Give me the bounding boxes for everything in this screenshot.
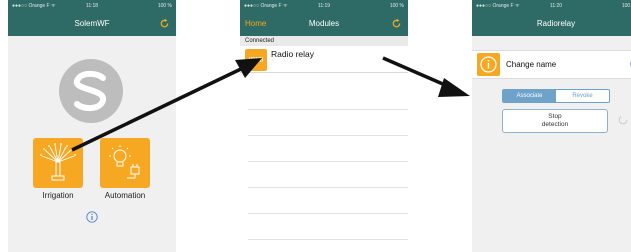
stop-detection-label-line2: detection [541, 121, 569, 128]
sprinkler-icon [40, 143, 76, 181]
stop-detection-label-line1: Stop [548, 113, 562, 120]
battery-level: 100 % [621, 3, 631, 9]
solem-logo [59, 59, 123, 123]
screen-radiorelay: ●●●○○ Orange F ᯤ 11:20 100 % Radiorelay … [472, 0, 631, 252]
automation-label: Automation [104, 191, 146, 200]
associate-segment[interactable]: Associate [503, 90, 556, 102]
list-separator [248, 161, 408, 162]
battery-level: 100 % [157, 3, 172, 9]
list-separator [248, 109, 408, 110]
irrigation-label: Irrigation [42, 191, 74, 200]
refresh-icon[interactable] [391, 18, 402, 29]
associate-revoke-segmented-control: Associate Revoke [502, 89, 610, 103]
automation-tile[interactable] [100, 138, 150, 188]
stop-detection-button[interactable]: Stop detection [502, 109, 608, 133]
nav-bar: Home Modules [240, 12, 408, 36]
status-time: 11:20 [549, 3, 563, 9]
screen-home: ●●●○○ Orange F ᯤ 11:18 100 % SolemWF Irr… [8, 0, 176, 252]
page-title: Modules [308, 19, 340, 28]
module-name: Radio relay [271, 49, 314, 59]
list-separator [248, 135, 408, 136]
screen-modules: ●●●○○ Orange F ᯤ 11:19 100 % Home Module… [240, 0, 408, 252]
list-separator [248, 239, 408, 240]
lightbulb-plug-icon [109, 145, 140, 179]
radio-module-icon: ((RM)) [245, 49, 267, 71]
info-badge-icon [480, 56, 497, 73]
arrow-head [438, 78, 470, 97]
battery-level: 100 % [389, 3, 404, 9]
list-separator [248, 213, 408, 214]
refresh-icon[interactable] [159, 18, 170, 29]
status-bar: ●●●○○ Orange F ᯤ 11:20 100 % [472, 0, 631, 12]
nav-bar: SolemWF [8, 12, 176, 36]
status-time: 11:18 [85, 3, 99, 9]
change-name-row[interactable]: Change name [472, 50, 631, 79]
change-name-badge [477, 53, 500, 76]
info-icon[interactable] [86, 211, 98, 223]
list-separator [248, 187, 408, 188]
change-name-label: Change name [506, 60, 557, 69]
irrigation-tile[interactable] [33, 138, 83, 188]
page-title: Radiorelay [536, 19, 576, 28]
status-bar: ●●●○○ Orange F ᯤ 11:19 100 % [240, 0, 408, 12]
revoke-segment[interactable]: Revoke [556, 90, 609, 102]
home-back-button[interactable]: Home [245, 12, 266, 36]
status-bar: ●●●○○ Orange F ᯤ 11:18 100 % [8, 0, 176, 12]
loading-spinner-icon [618, 115, 628, 125]
section-header-connected: Connected [240, 36, 408, 46]
status-time: 11:19 [317, 3, 331, 9]
page-title: SolemWF [74, 19, 110, 28]
nav-bar: Radiorelay [472, 12, 631, 36]
module-row[interactable]: ((RM)) Radio relay [240, 46, 408, 73]
